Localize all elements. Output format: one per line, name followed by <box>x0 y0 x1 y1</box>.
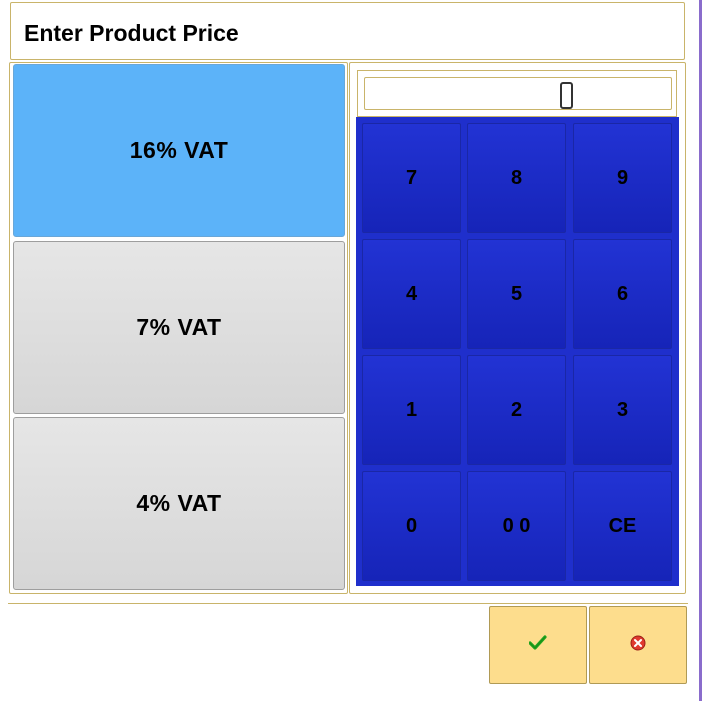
dialog-header: Enter Product Price <box>10 2 685 60</box>
vat-option-label: 7% VAT <box>136 314 222 340</box>
price-value: 0 <box>560 82 573 109</box>
dialog-title: Enter Product Price <box>24 20 239 46</box>
key-5[interactable]: 5 <box>467 239 566 349</box>
vat-option-7[interactable]: 7% VAT <box>13 241 345 414</box>
cancel-icon <box>630 635 646 656</box>
key-1[interactable]: 1 <box>362 355 461 465</box>
vat-options-panel: 16% VAT 7% VAT 4% VAT <box>9 62 348 594</box>
key-clear-entry[interactable]: CE <box>573 471 672 581</box>
keypad-panel: 0 7 8 9 4 5 6 1 2 3 0 0 0 CE <box>349 62 686 594</box>
key-2[interactable]: 2 <box>467 355 566 465</box>
vat-option-16[interactable]: 16% VAT <box>13 64 345 237</box>
vat-option-label: 16% VAT <box>129 137 229 163</box>
key-9[interactable]: 9 <box>573 123 672 233</box>
key-3[interactable]: 3 <box>573 355 672 465</box>
price-input[interactable]: 0 <box>364 77 672 110</box>
checkmark-icon <box>528 634 547 656</box>
footer-divider <box>8 603 688 604</box>
key-double-zero[interactable]: 0 0 <box>467 471 566 581</box>
vat-option-label: 4% VAT <box>136 490 222 516</box>
key-6[interactable]: 6 <box>573 239 672 349</box>
key-4[interactable]: 4 <box>362 239 461 349</box>
key-8[interactable]: 8 <box>467 123 566 233</box>
numeric-keypad: 7 8 9 4 5 6 1 2 3 0 0 0 CE <box>356 117 679 586</box>
key-7[interactable]: 7 <box>362 123 461 233</box>
vat-option-4[interactable]: 4% VAT <box>13 417 345 590</box>
ok-button[interactable] <box>489 606 587 684</box>
key-0[interactable]: 0 <box>362 471 461 581</box>
price-display-frame: 0 <box>357 70 677 117</box>
cancel-button[interactable] <box>589 606 687 684</box>
